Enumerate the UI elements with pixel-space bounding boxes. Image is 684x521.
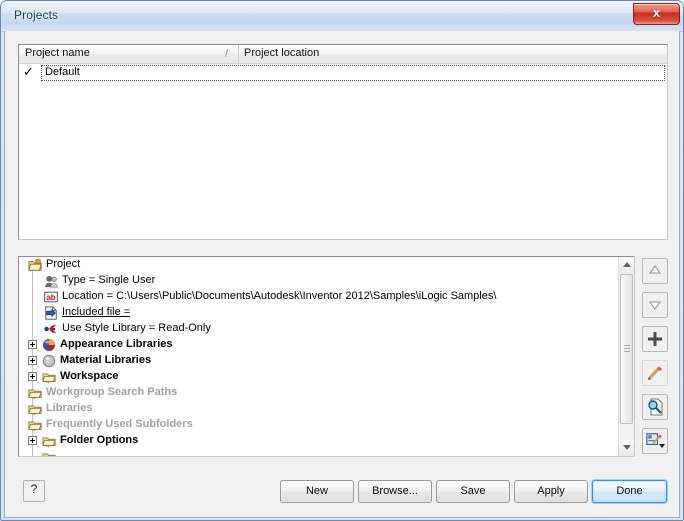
tree-item-label: Included file = bbox=[62, 306, 131, 318]
title-bar: Projects x bbox=[1, 1, 683, 32]
tree-item-label: Folder Options bbox=[60, 434, 139, 446]
folder-icon bbox=[42, 370, 56, 384]
project-settings-tree[interactable]: Project Type = Single User ab Location = C:… bbox=[18, 256, 635, 457]
tree-item-label: Frequently Used Subfolders bbox=[46, 418, 193, 430]
tree-item-label: Libraries bbox=[46, 402, 93, 414]
tree-item-label: Workgroup Search Paths bbox=[46, 386, 178, 398]
tree-item[interactable]: Type = Single User bbox=[19, 273, 618, 289]
project-list[interactable]: Project name / Project location ✓ Defaul… bbox=[18, 44, 668, 240]
close-icon: x bbox=[652, 5, 661, 20]
tree-item[interactable]: Workspace bbox=[19, 369, 618, 385]
scrollbar-grip-icon bbox=[624, 345, 630, 353]
column-header-project-location[interactable]: Project location bbox=[244, 47, 319, 59]
tree-item[interactable]: Workgroup Search Paths bbox=[19, 385, 618, 401]
scroll-up-button[interactable] bbox=[619, 257, 634, 273]
chevron-down-icon bbox=[659, 444, 665, 448]
included-file-icon bbox=[44, 306, 58, 320]
projects-dialog: Projects x Project name / Project locati… bbox=[0, 0, 684, 521]
ab-text-icon: ab bbox=[44, 290, 58, 304]
expand-plus-icon[interactable] bbox=[28, 340, 37, 349]
window-title: Projects bbox=[14, 8, 59, 22]
tree-item[interactable]: Appearance Libraries bbox=[19, 337, 618, 353]
tree-item-label: Type = Single User bbox=[62, 274, 156, 286]
magnifier-page-icon bbox=[648, 398, 663, 416]
column-header-project-name[interactable]: Project name bbox=[25, 47, 90, 59]
tree-toolbar bbox=[642, 258, 670, 458]
edit-button[interactable] bbox=[642, 360, 668, 386]
pencil-icon bbox=[647, 366, 662, 381]
sort-indicator-icon: / bbox=[225, 48, 229, 60]
configure-editor-button[interactable] bbox=[642, 428, 668, 454]
apply-button[interactable]: Apply bbox=[514, 480, 588, 503]
scroll-down-button[interactable] bbox=[619, 440, 634, 456]
chevron-down-icon bbox=[623, 445, 631, 450]
project-name-cell: Default bbox=[45, 66, 80, 78]
folder-icon bbox=[28, 418, 42, 432]
project-list-header: Project name / Project location bbox=[19, 45, 667, 64]
tree-item[interactable]: Frequently Used Subfolders bbox=[19, 417, 618, 433]
move-up-button[interactable] bbox=[642, 258, 668, 284]
chevron-up-icon bbox=[623, 262, 631, 267]
expand-plus-icon[interactable] bbox=[28, 436, 37, 445]
row-focus-outline bbox=[41, 65, 665, 81]
new-button[interactable]: New bbox=[280, 480, 354, 503]
active-check-icon: ✓ bbox=[23, 65, 34, 80]
tree-item-label: Location = C:\Users\Public\Documents\Aut… bbox=[62, 290, 497, 302]
tree-item-label: Workspace bbox=[60, 370, 119, 382]
tree-item[interactable]: Use Style Library = Read-Only bbox=[19, 321, 618, 337]
material-icon bbox=[42, 354, 56, 368]
expand-plus-icon[interactable] bbox=[28, 372, 37, 381]
tree-item[interactable] bbox=[19, 449, 618, 456]
close-button[interactable]: x bbox=[633, 3, 680, 25]
tree-item[interactable]: Included file = bbox=[19, 305, 618, 321]
svg-text:ab: ab bbox=[46, 293, 55, 302]
user-icon bbox=[44, 274, 58, 288]
tree-item[interactable]: Material Libraries bbox=[19, 353, 618, 369]
scrollbar-thumb[interactable] bbox=[620, 274, 633, 424]
folder-icon bbox=[42, 434, 56, 448]
appearance-icon bbox=[42, 338, 56, 352]
tree-item-label: Appearance Libraries bbox=[60, 338, 173, 350]
project-list-body: ✓ Default bbox=[19, 65, 667, 82]
tree-item[interactable]: Libraries bbox=[19, 401, 618, 417]
done-button[interactable]: Done bbox=[592, 480, 667, 503]
plus-icon bbox=[648, 332, 662, 346]
folder-icon bbox=[28, 386, 42, 400]
table-row[interactable]: ✓ Default bbox=[19, 65, 667, 82]
add-button[interactable] bbox=[642, 326, 668, 352]
arrow-up-icon bbox=[649, 265, 661, 274]
tree-item-label: Project bbox=[46, 258, 81, 270]
save-button[interactable]: Save bbox=[436, 480, 510, 503]
tree-item-label: Material Libraries bbox=[60, 354, 152, 366]
help-button[interactable]: ? bbox=[23, 480, 45, 502]
arrow-down-icon bbox=[649, 301, 661, 310]
question-mark-icon: ? bbox=[30, 482, 38, 496]
folder-open-icon bbox=[28, 258, 42, 272]
tree-item[interactable]: Project bbox=[19, 257, 618, 273]
tree-scroll-area: Project Type = Single User ab Location = C:… bbox=[19, 257, 618, 456]
tree-item-label: Use Style Library = Read-Only bbox=[62, 322, 211, 334]
browse-button[interactable]: Browse... bbox=[358, 480, 432, 503]
style-library-icon bbox=[44, 322, 58, 336]
folder-icon bbox=[28, 402, 42, 416]
tree-item[interactable]: Folder Options bbox=[19, 433, 618, 449]
tree-item[interactable]: ab Location = C:\Users\Public\Documents\A… bbox=[19, 289, 618, 305]
expand-plus-icon[interactable] bbox=[28, 356, 37, 365]
move-down-button[interactable] bbox=[642, 292, 668, 318]
column-divider[interactable] bbox=[238, 45, 239, 64]
folder-icon bbox=[42, 450, 56, 456]
tree-scrollbar[interactable] bbox=[618, 257, 634, 456]
browse-path-button[interactable] bbox=[642, 394, 668, 420]
